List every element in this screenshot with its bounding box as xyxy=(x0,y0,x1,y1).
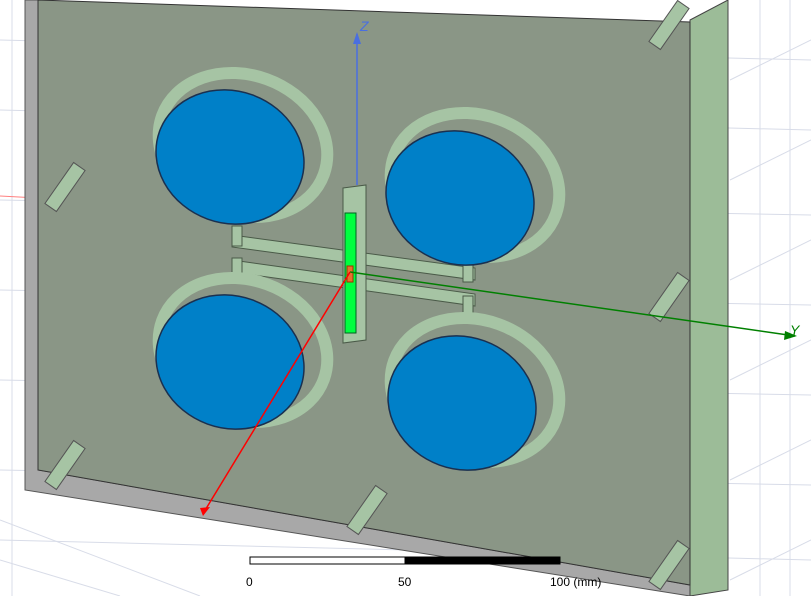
feed-post xyxy=(342,184,367,344)
scale-tick-100: 100 (mm) xyxy=(550,575,602,589)
3d-modeler-viewport[interactable]: Z Y 0 50 100 (mm) xyxy=(0,0,811,596)
plate-side-face xyxy=(689,0,729,596)
y-axis-label: Y xyxy=(790,322,800,338)
scale-tick-0: 0 xyxy=(246,575,253,589)
z-axis-label: Z xyxy=(360,18,369,34)
scale-tick-50: 50 xyxy=(398,575,412,589)
scale-bar xyxy=(249,556,561,565)
port-marker xyxy=(346,265,354,283)
model-canvas[interactable] xyxy=(0,0,811,596)
